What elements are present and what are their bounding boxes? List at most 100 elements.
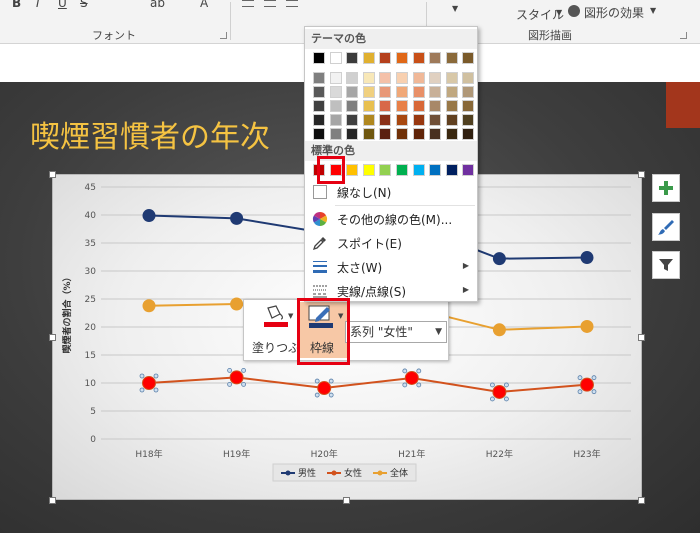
theme-color-shade-swatch[interactable] [379,86,392,98]
weight-menu-item[interactable]: 太さ(W) ▶ [305,255,477,279]
shape-group-launcher-icon[interactable] [680,32,687,39]
align-right-icon[interactable] [286,0,298,7]
theme-color-shade-swatch[interactable] [346,128,359,140]
theme-color-shade-swatch[interactable] [445,72,458,84]
strikethrough-button[interactable]: S [80,0,88,10]
point-selection-handle[interactable] [503,396,509,402]
shadow-text-button[interactable]: ab [150,0,165,10]
series-selector[interactable]: 系列 "女性" ▼ [345,321,447,343]
series-line[interactable] [148,376,588,393]
point-selection-handle[interactable] [241,367,247,373]
theme-color-shade-swatch[interactable] [445,100,458,112]
bold-button[interactable]: B [12,0,21,10]
chart-elements-button[interactable] [652,174,680,202]
point-selection-handle[interactable] [241,381,247,387]
theme-color-shade-swatch[interactable] [362,128,375,140]
theme-color-shade-swatch[interactable] [346,72,359,84]
point-selection-handle[interactable] [227,367,233,373]
data-point-marker[interactable] [580,319,594,333]
theme-color-shade-swatch[interactable] [462,114,475,126]
point-selection-handle[interactable] [328,392,334,398]
theme-color-swatch[interactable] [412,52,425,64]
theme-color-swatch[interactable] [429,52,442,64]
data-point-marker-selected[interactable] [404,370,419,385]
data-point-marker[interactable] [142,209,156,223]
point-selection-handle[interactable] [314,392,320,398]
point-selection-handle[interactable] [591,375,597,381]
chart-filters-button[interactable] [652,251,680,279]
theme-color-shade-swatch[interactable] [313,72,325,84]
resize-handle-top-right[interactable] [638,171,645,178]
point-selection-handle[interactable] [227,381,233,387]
align-center-icon[interactable] [264,0,276,7]
point-selection-handle[interactable] [577,389,583,395]
resize-handle-bottom[interactable] [343,497,350,504]
shape-dropdown-arrow[interactable]: ▼ [452,4,458,13]
theme-color-shade-swatch[interactable] [396,86,408,98]
data-point-marker[interactable] [492,323,506,337]
align-left-icon[interactable] [242,0,254,7]
standard-color-swatch[interactable] [429,164,442,176]
theme-color-shade-swatch[interactable] [329,100,342,112]
fill-button[interactable]: ▼ 塗りつぶし [248,302,312,358]
data-point-marker-selected[interactable] [580,377,594,392]
italic-button[interactable]: I [36,0,40,10]
theme-color-shade-swatch[interactable] [445,86,458,98]
theme-color-shade-swatch[interactable] [462,128,475,140]
data-point-marker-selected[interactable] [229,370,244,385]
data-point-marker[interactable] [492,252,506,266]
data-point-marker[interactable] [230,297,244,311]
point-selection-handle[interactable] [416,382,422,388]
resize-handle-right[interactable] [638,334,645,341]
theme-color-shade-swatch[interactable] [462,86,475,98]
point-selection-handle[interactable] [139,373,145,379]
theme-color-swatch[interactable] [346,52,359,64]
theme-color-shade-swatch[interactable] [412,72,425,84]
point-selection-handle[interactable] [139,387,145,393]
theme-color-swatch[interactable] [445,52,458,64]
theme-color-shade-swatch[interactable] [445,114,458,126]
theme-color-shade-swatch[interactable] [313,128,325,140]
theme-color-swatch[interactable] [396,52,408,64]
shape-effects-arrow[interactable]: ▼ [650,6,656,15]
data-point-marker[interactable] [230,211,244,225]
theme-color-shade-swatch[interactable] [462,100,475,112]
chart-styles-button[interactable] [652,213,680,241]
resize-handle-top-left[interactable] [49,171,56,178]
point-selection-handle[interactable] [591,389,597,395]
data-point-marker-selected[interactable] [492,384,507,399]
theme-color-shade-swatch[interactable] [313,86,325,98]
slide-title[interactable]: 喫煙習慣者の年次 [30,112,270,156]
theme-color-shade-swatch[interactable] [329,72,342,84]
fill-dropdown-arrow[interactable]: ▼ [288,312,293,320]
data-point-marker-selected[interactable] [142,376,156,390]
theme-color-shade-swatch[interactable] [329,114,342,126]
point-selection-handle[interactable] [577,375,583,381]
theme-color-shade-swatch[interactable] [379,72,392,84]
theme-color-swatch[interactable] [379,52,392,64]
theme-color-swatch[interactable] [462,52,475,64]
theme-color-shade-swatch[interactable] [396,72,408,84]
theme-color-shade-swatch[interactable] [429,114,442,126]
theme-color-shade-swatch[interactable] [362,114,375,126]
theme-color-shade-swatch[interactable] [313,114,325,126]
shape-effects-button[interactable]: 図形の効果 [584,4,644,21]
point-selection-handle[interactable] [503,382,509,388]
point-selection-handle[interactable] [153,387,159,393]
theme-color-shade-swatch[interactable] [329,128,342,140]
standard-color-swatch[interactable] [445,164,458,176]
standard-color-swatch[interactable] [396,164,408,176]
theme-color-shade-swatch[interactable] [346,100,359,112]
resize-handle-bottom-left[interactable] [49,497,56,504]
point-selection-handle[interactable] [153,373,159,379]
theme-color-shade-swatch[interactable] [412,100,425,112]
theme-color-shade-swatch[interactable] [429,72,442,84]
theme-color-shade-swatch[interactable] [396,114,408,126]
standard-color-swatch[interactable] [412,164,425,176]
theme-color-shade-swatch[interactable] [429,100,442,112]
resize-handle-bottom-right[interactable] [638,497,645,504]
theme-color-shade-swatch[interactable] [346,86,359,98]
theme-color-shade-swatch[interactable] [462,72,475,84]
theme-color-shade-swatch[interactable] [362,100,375,112]
theme-color-shade-swatch[interactable] [362,72,375,84]
